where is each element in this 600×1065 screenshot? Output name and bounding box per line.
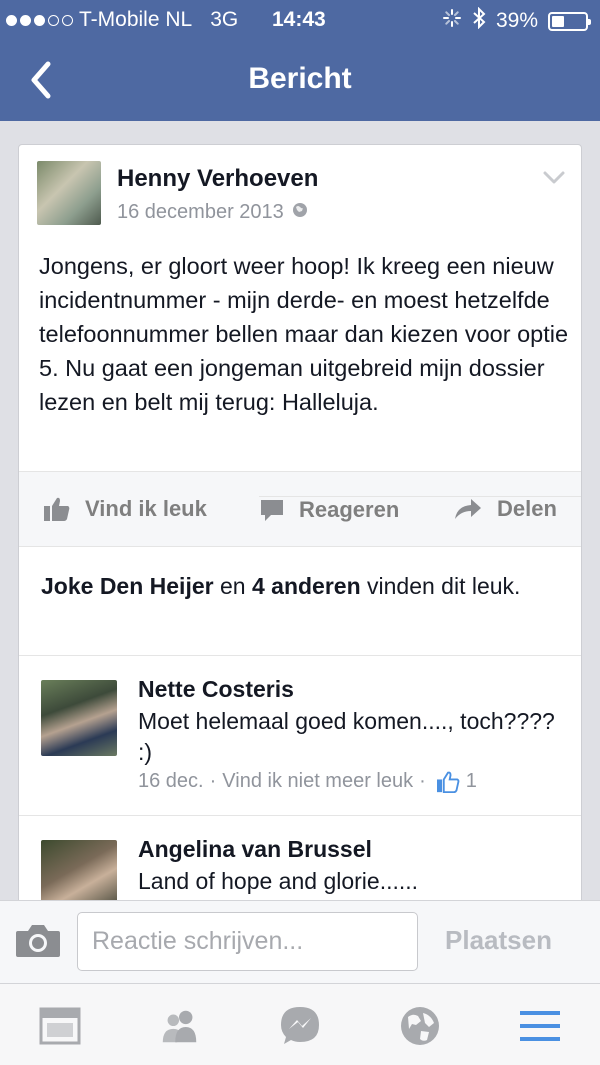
like-count-value: 1 (465, 770, 477, 792)
comment-input[interactable] (77, 912, 418, 971)
likes-and: en (219, 573, 246, 599)
globe-icon (292, 201, 308, 224)
thumbs-up-icon (436, 771, 460, 793)
commenter-avatar[interactable] (41, 840, 117, 903)
meta-separator: · (419, 770, 426, 792)
nav-bar: Bericht (0, 40, 600, 121)
thumbs-up-icon (44, 497, 70, 521)
comment-item: Angelina van Brussel Land of hope and gl… (19, 815, 581, 903)
tab-friends[interactable] (158, 1004, 202, 1048)
post-card: Henny Verhoeven 16 december 2013 Jongens… (18, 144, 582, 904)
post-menu-button[interactable] (543, 171, 565, 190)
carrier-name: T-Mobile NL (79, 8, 193, 31)
comment-item: Nette Costeris Moet helemaal goed komen.… (19, 655, 581, 815)
like-label: Vind ik leuk (85, 496, 207, 521)
news-feed-icon (39, 1007, 81, 1045)
post-author[interactable]: Henny Verhoeven (117, 165, 318, 193)
camera-icon (16, 925, 60, 957)
likes-summary[interactable]: Joke Den Heijer en 4 anderen vinden dit … (41, 571, 561, 602)
like-button[interactable]: Vind ik leuk (43, 496, 207, 522)
post-body: Jongens, er gloort weer hoop! Ik kreeg e… (39, 253, 569, 415)
header: T-Mobile NL 3G 14:43 39% Bericht (0, 0, 600, 121)
tab-menu[interactable] (518, 1004, 562, 1048)
comment-bubble-icon (261, 500, 283, 521)
unlike-comment-link[interactable]: Vind ik niet meer leuk (222, 770, 413, 793)
author-avatar[interactable] (37, 161, 101, 225)
battery-percent: 39% (495, 9, 538, 32)
network-type: 3G (210, 8, 239, 31)
commenter-name[interactable]: Nette Costeris (138, 676, 294, 703)
bluetooth-icon (472, 6, 486, 35)
comment-text: Moet helemaal goed komen...., toch???? :… (138, 708, 555, 765)
post-comment-button[interactable]: Plaatsen (445, 925, 552, 956)
camera-button[interactable] (14, 923, 62, 964)
tab-news-feed[interactable] (38, 1004, 82, 1048)
battery-icon (548, 11, 591, 31)
meta-separator: · (209, 770, 217, 792)
activity-spinner-icon (442, 8, 462, 34)
tab-messenger[interactable] (278, 1004, 322, 1048)
post-date-text: 16 december 2013 (117, 201, 284, 223)
chevron-down-icon (543, 171, 565, 184)
liker-name[interactable]: Joke Den Heijer (41, 573, 214, 599)
comment-date[interactable]: 16 dec. (138, 770, 204, 793)
post-actions-bar: Vind ik leuk Reageren Delen (19, 471, 581, 547)
comment-composer: Plaatsen (0, 900, 600, 984)
comment-label: Reageren (299, 497, 400, 522)
share-label: Delen (497, 496, 557, 521)
comment-meta: 16 dec. · Vind ik niet meer leuk · 1 (138, 770, 477, 793)
likers-others[interactable]: 4 anderen (252, 573, 361, 599)
status-bar: T-Mobile NL 3G 14:43 39% (0, 0, 600, 40)
status-time: 14:43 (272, 8, 326, 31)
messenger-icon (281, 1007, 319, 1044)
tab-notifications[interactable] (398, 1004, 442, 1048)
share-button[interactable]: Delen (453, 496, 557, 522)
comment-text: Land of hope and glorie...... (138, 868, 419, 894)
signal-strength-icon (6, 14, 73, 26)
menu-icon (520, 1011, 560, 1041)
tab-bar (0, 984, 600, 1065)
share-arrow-icon (455, 499, 481, 519)
post-timestamp[interactable]: 16 december 2013 (117, 201, 308, 224)
likes-suffix: vinden dit leuk. (367, 573, 521, 599)
friends-icon (162, 1010, 197, 1043)
commenter-avatar[interactable] (41, 680, 117, 756)
page-title: Bericht (248, 62, 352, 95)
globe-notifications-icon (401, 1007, 439, 1045)
comment-like-count[interactable]: 1 (436, 770, 477, 793)
commenter-name[interactable]: Angelina van Brussel (138, 836, 372, 863)
